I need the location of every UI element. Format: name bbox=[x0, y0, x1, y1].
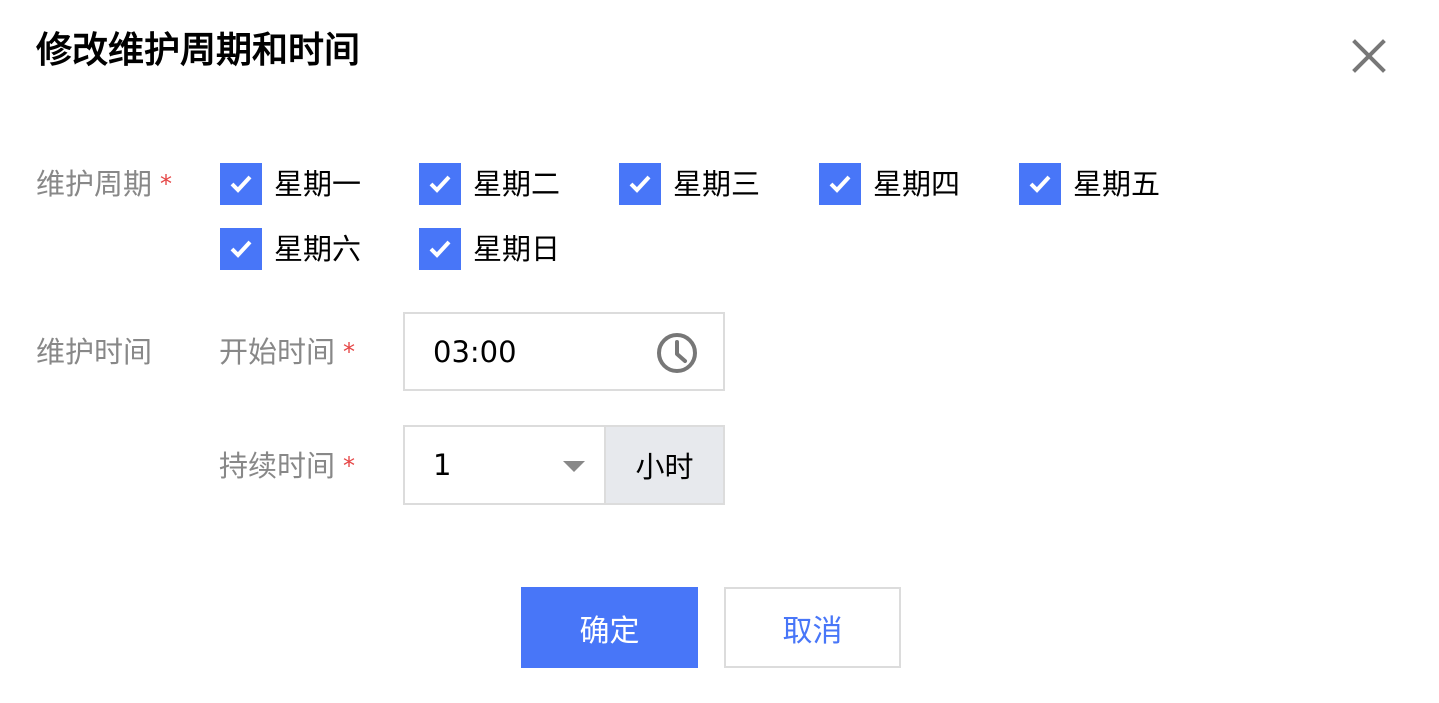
dialog-title: 修改维护周期和时间 bbox=[36, 30, 361, 71]
maintenance-dialog: 修改维护周期和时间 维护周期 * 星期一 星期二 星期三 星期四 星期五 星期六… bbox=[0, 0, 1439, 703]
duration-unit: 小时 bbox=[604, 427, 723, 503]
cancel-button[interactable]: 取消 bbox=[724, 587, 901, 668]
checkbox-label: 星期五 bbox=[1073, 167, 1161, 201]
checkbox-saturday[interactable]: 星期六 bbox=[220, 227, 361, 271]
time-label: 维护时间 bbox=[36, 335, 153, 369]
duration-group: 1 小时 bbox=[403, 425, 725, 505]
checkmark-icon bbox=[220, 228, 262, 270]
checkmark-icon bbox=[419, 163, 461, 205]
cycle-label: 维护周期 * bbox=[36, 164, 172, 206]
checkbox-monday[interactable]: 星期一 bbox=[220, 162, 361, 206]
duration-select[interactable]: 1 bbox=[405, 427, 604, 503]
checkmark-icon bbox=[220, 163, 262, 205]
duration-label: 持续时间 * bbox=[219, 446, 355, 488]
checkmark-icon bbox=[419, 228, 461, 270]
start-time-input[interactable]: 03:00 bbox=[403, 312, 725, 391]
checkbox-wednesday[interactable]: 星期三 bbox=[619, 162, 760, 206]
duration-value: 1 bbox=[433, 448, 452, 482]
confirm-button[interactable]: 确定 bbox=[521, 587, 698, 668]
required-mark: * bbox=[343, 452, 356, 480]
checkbox-friday[interactable]: 星期五 bbox=[1019, 162, 1160, 206]
checkbox-label: 星期四 bbox=[873, 167, 961, 201]
required-mark: * bbox=[343, 338, 356, 366]
checkmark-icon bbox=[819, 163, 861, 205]
cycle-label-text: 维护周期 bbox=[36, 167, 153, 201]
start-time-value: 03:00 bbox=[433, 335, 517, 369]
start-time-label-text: 开始时间 bbox=[219, 335, 336, 369]
clock-icon[interactable] bbox=[655, 331, 699, 375]
start-time-label: 开始时间 * bbox=[219, 332, 355, 374]
close-icon[interactable] bbox=[1347, 34, 1391, 78]
checkbox-sunday[interactable]: 星期日 bbox=[419, 227, 560, 271]
checkmark-icon bbox=[619, 163, 661, 205]
checkbox-tuesday[interactable]: 星期二 bbox=[419, 162, 560, 206]
caret-down-icon bbox=[563, 461, 585, 472]
duration-label-text: 持续时间 bbox=[219, 449, 336, 483]
checkbox-label: 星期一 bbox=[274, 167, 362, 201]
checkbox-label: 星期三 bbox=[673, 167, 761, 201]
required-mark: * bbox=[160, 170, 173, 198]
checkmark-icon bbox=[1019, 163, 1061, 205]
checkbox-label: 星期日 bbox=[473, 232, 561, 266]
checkbox-label: 星期六 bbox=[274, 232, 362, 266]
checkbox-thursday[interactable]: 星期四 bbox=[819, 162, 960, 206]
checkbox-label: 星期二 bbox=[473, 167, 561, 201]
